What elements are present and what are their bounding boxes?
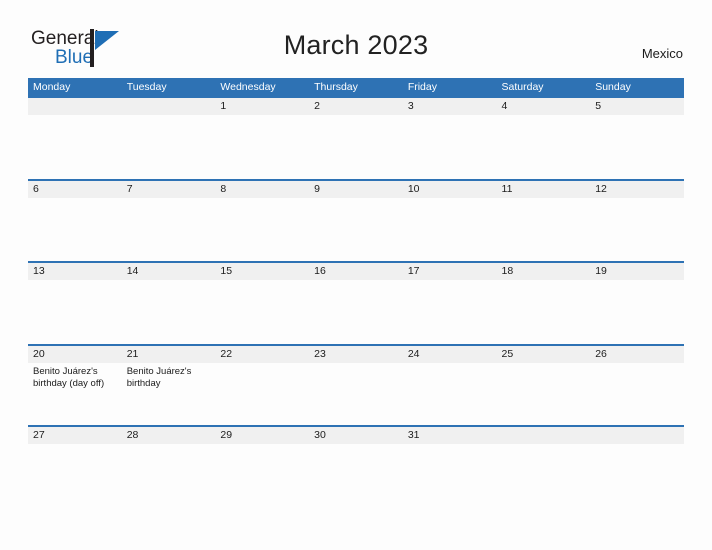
- weekday-header-monday: Monday: [33, 81, 71, 93]
- date-number: 17: [407, 265, 420, 277]
- date-number: 12: [595, 183, 607, 195]
- day-event-text: [590, 115, 684, 179]
- calendar-page: General Blue March 2023 Mexico Monday Tu…: [0, 0, 712, 550]
- date-number: 4: [501, 100, 508, 112]
- date-number: 9: [314, 183, 320, 195]
- day-event-text: [28, 115, 122, 179]
- weekday-header-friday: Friday: [407, 81, 437, 93]
- date-number: 25: [501, 348, 514, 360]
- date-number: 22: [220, 348, 233, 360]
- day-event-text: [122, 280, 216, 344]
- weekday-header-sunday: Sunday: [595, 81, 631, 93]
- event-band: [28, 280, 684, 344]
- day-event-text: Benito Juárez's birthday (day off): [33, 366, 105, 389]
- day-event-text: [122, 444, 216, 474]
- day-event-text: [497, 115, 591, 179]
- date-number: 20: [33, 348, 45, 360]
- date-number: 27: [33, 429, 45, 441]
- day-event-text: [590, 280, 684, 344]
- page-title: March 2023: [283, 30, 429, 60]
- date-number: 2: [314, 100, 320, 112]
- day-event-text: [309, 198, 403, 261]
- date-number: 26: [595, 348, 607, 360]
- date-number: 29: [220, 429, 233, 441]
- date-number: [28, 98, 122, 115]
- day-event-text: [309, 115, 403, 179]
- date-number: [590, 427, 684, 444]
- day-event-text: [309, 280, 403, 344]
- date-number-band: 6 7 8 9 10 11 12: [28, 181, 684, 198]
- date-number: 24: [407, 348, 420, 360]
- calendar-grid: Monday Tuesday Wednesday Thursday Friday…: [28, 78, 684, 474]
- day-event-text: [215, 444, 309, 474]
- day-event-text: [497, 198, 591, 261]
- date-number: 10: [407, 183, 420, 195]
- event-band: [28, 198, 684, 261]
- event-band: [28, 444, 684, 474]
- date-number: 13: [33, 265, 45, 277]
- day-event-text: [28, 280, 122, 344]
- day-event-text: [122, 198, 216, 261]
- day-event-text: [403, 363, 497, 425]
- day-event-text: [403, 115, 497, 179]
- date-number: 21: [126, 348, 139, 360]
- date-number: 28: [126, 429, 139, 441]
- date-number-band: 13 14 15 16 17 18 19: [28, 263, 684, 280]
- page-header: General Blue March 2023 Mexico: [0, 0, 712, 78]
- event-band: Benito Juárez's birthday (day off) Benit…: [28, 363, 684, 425]
- date-number: [497, 427, 591, 444]
- date-number: 8: [220, 183, 227, 195]
- event-band: [28, 115, 684, 179]
- date-number: 23: [314, 348, 326, 360]
- day-event-text: [215, 115, 309, 179]
- date-number: 31: [407, 429, 420, 441]
- date-number: 1: [220, 100, 227, 112]
- day-event-text: [403, 444, 497, 474]
- day-event-text: [403, 198, 497, 261]
- date-number-band: 20 21 22 23 24 25 26: [28, 346, 684, 363]
- date-number: 18: [501, 265, 514, 277]
- date-number: 5: [595, 100, 602, 112]
- day-event-text: [122, 115, 216, 179]
- date-number: 19: [595, 265, 607, 277]
- date-number-band: 1 2 3 4 5: [28, 98, 684, 115]
- week-row: 1 2 3 4 5: [28, 96, 684, 179]
- weekday-header-wednesday: Wednesday: [220, 81, 276, 93]
- day-event-text: [590, 444, 684, 474]
- day-event-text: [590, 198, 684, 261]
- date-number: 14: [126, 265, 139, 277]
- date-number: 7: [126, 183, 133, 195]
- day-event-text: [28, 198, 122, 261]
- date-number: [122, 98, 216, 115]
- week-row: 13 14 15 16 17 18 19: [28, 261, 684, 344]
- country-label: Mexico: [641, 46, 683, 61]
- date-number-band: 27 28 29 30 31: [28, 427, 684, 444]
- day-event-text: [309, 363, 403, 425]
- week-row: 27 28 29 30 31: [28, 425, 684, 474]
- day-event-text: [497, 444, 591, 474]
- day-event-text: [215, 280, 309, 344]
- date-number: 16: [314, 265, 326, 277]
- date-number: 11: [501, 183, 513, 195]
- week-row: 6 7 8 9 10 11 12: [28, 179, 684, 261]
- date-number: 30: [314, 429, 326, 441]
- week-row: 20 21 22 23 24 25 26 Benito Juárez's bir…: [28, 344, 684, 425]
- day-event-text: [215, 363, 309, 425]
- date-number: 3: [407, 100, 414, 112]
- date-number: 6: [33, 183, 39, 195]
- day-event-text: [590, 363, 684, 425]
- weekday-header-row: Monday Tuesday Wednesday Thursday Friday…: [28, 78, 684, 96]
- weekday-header-saturday: Saturday: [501, 81, 544, 93]
- weekday-header-thursday: Thursday: [314, 81, 358, 93]
- day-event-text: [309, 444, 403, 474]
- day-event-text: Benito Juárez's birthday: [126, 366, 192, 389]
- date-number: 15: [220, 265, 233, 277]
- day-event-text: [497, 363, 591, 425]
- day-event-text: [28, 444, 122, 474]
- day-event-text: [497, 280, 591, 344]
- day-event-text: [215, 198, 309, 261]
- weekday-header-tuesday: Tuesday: [126, 81, 167, 93]
- day-event-text: [403, 280, 497, 344]
